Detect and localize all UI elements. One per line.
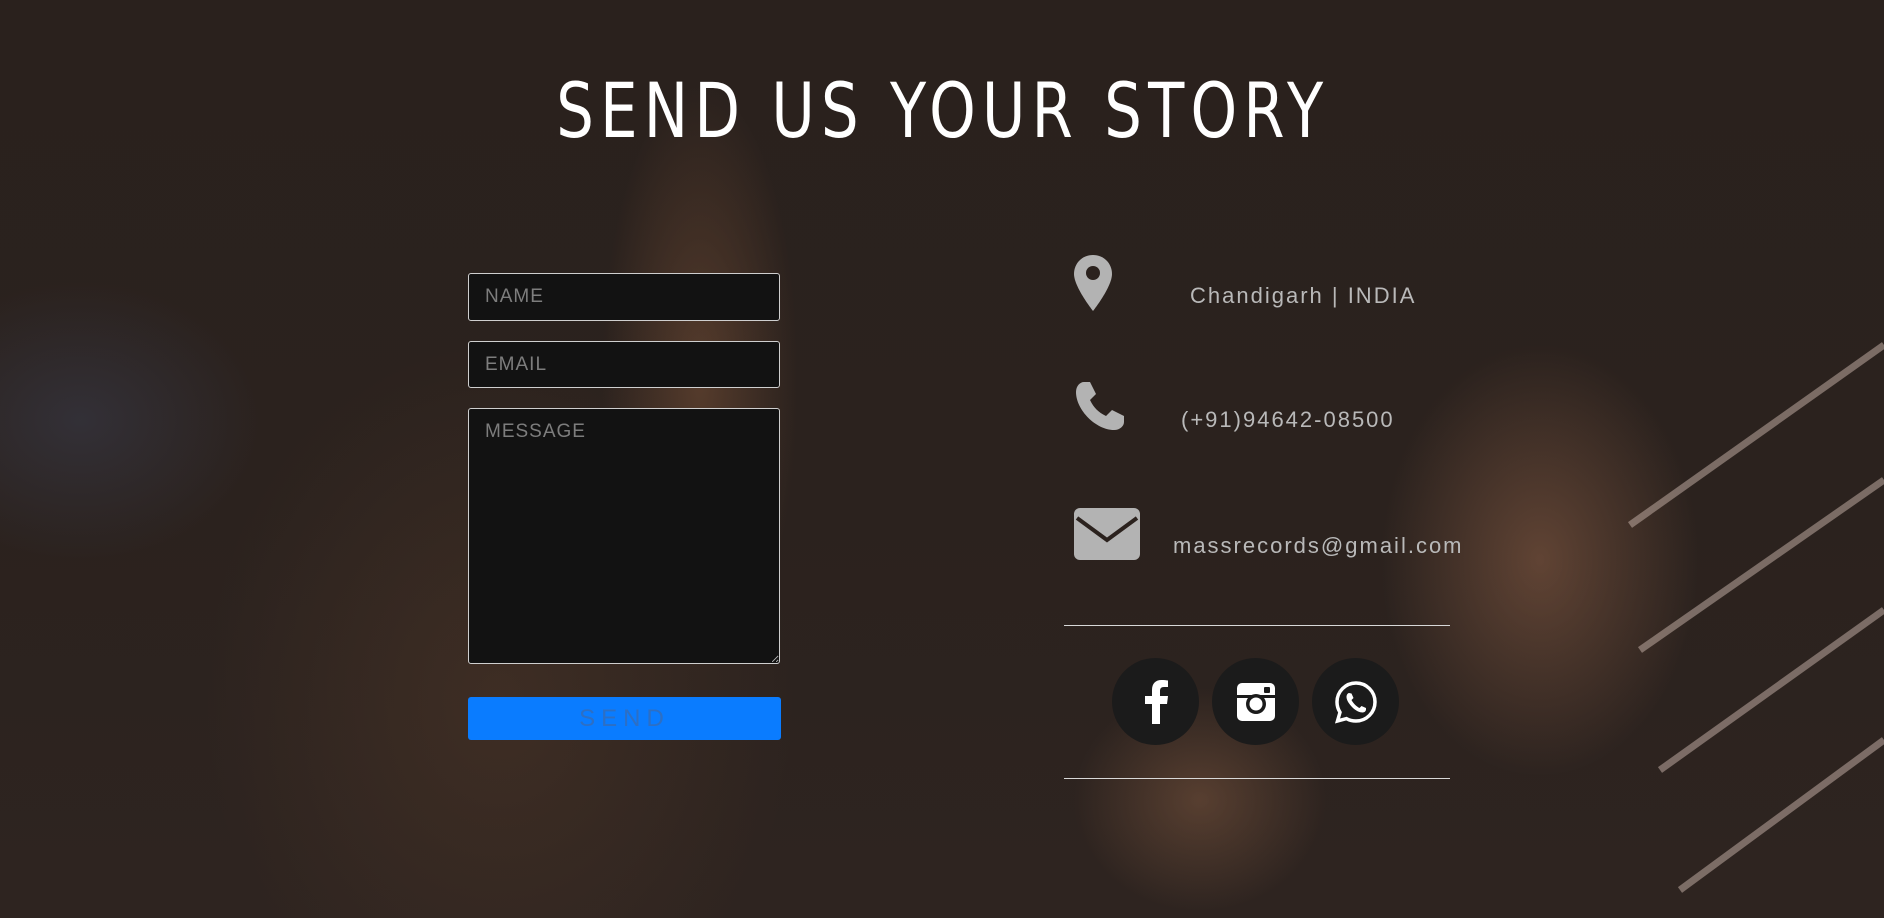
phone-icon — [1074, 380, 1126, 436]
page-title: SEND US YOUR STORY — [556, 66, 1330, 155]
envelope-icon — [1074, 508, 1140, 564]
facebook-icon — [1144, 679, 1168, 724]
instagram-icon — [1236, 682, 1275, 721]
email-text: massrecords@gmail.com — [1173, 533, 1464, 558]
address-text: Chandigarh | INDIA — [1190, 283, 1417, 308]
map-pin-icon — [1074, 255, 1112, 315]
whatsapp-button[interactable] — [1312, 658, 1399, 745]
divider-top — [1064, 625, 1450, 626]
name-input[interactable] — [468, 273, 780, 321]
email-input[interactable] — [468, 341, 780, 388]
send-button[interactable]: SEND — [468, 697, 781, 740]
message-textarea[interactable] — [468, 408, 780, 664]
instagram-button[interactable] — [1212, 658, 1299, 745]
facebook-button[interactable] — [1112, 658, 1199, 745]
divider-bottom — [1064, 778, 1450, 779]
phone-text: (+91)94642-08500 — [1181, 407, 1395, 432]
whatsapp-icon — [1334, 680, 1377, 723]
